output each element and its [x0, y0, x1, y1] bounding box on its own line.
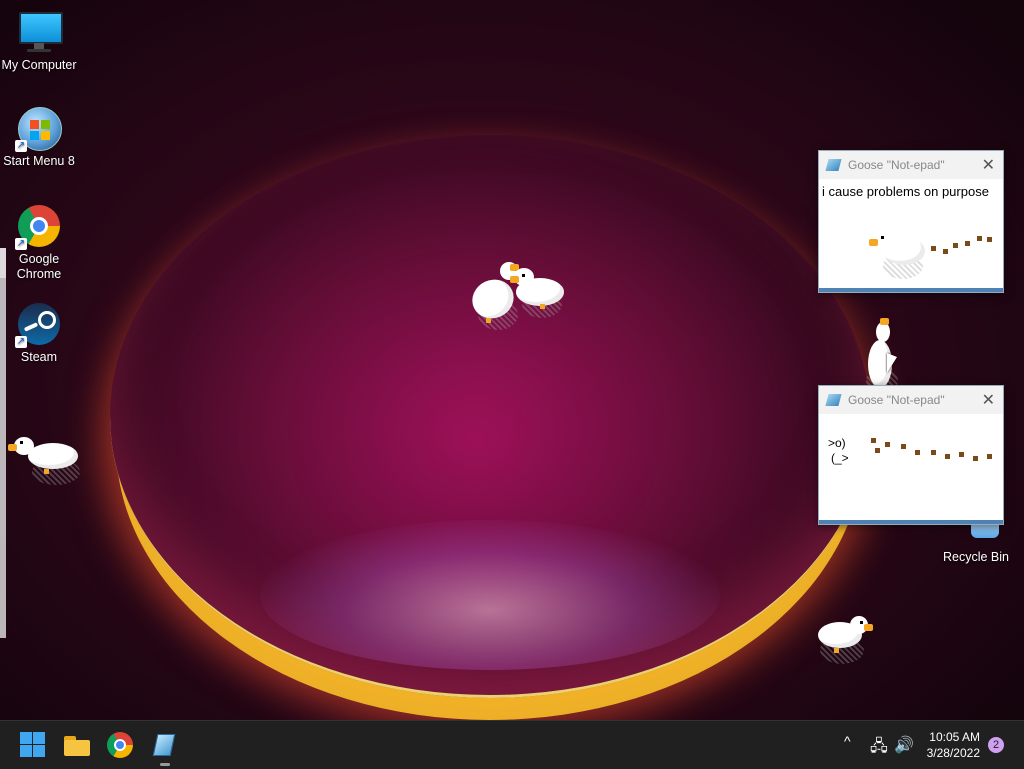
- mud-footprint: [931, 450, 936, 455]
- mud-footprint: [871, 438, 876, 443]
- file-explorer-taskbar-button[interactable]: [63, 731, 91, 759]
- shortcut-arrow-icon: ↗: [15, 238, 27, 250]
- notification-badge[interactable]: 2: [988, 737, 1004, 753]
- tray-overflow-chevron-icon[interactable]: ^: [844, 733, 851, 749]
- window-title: Goose "Not-epad": [848, 158, 945, 172]
- notepad-taskbar-button[interactable]: [151, 731, 179, 759]
- window-titlebar[interactable]: Goose "Not-epad" ✕: [819, 386, 1003, 414]
- desktop-icon-label: Google Chrome: [16, 252, 62, 281]
- mud-footprint: [959, 452, 964, 457]
- desktop-icon-my-computer[interactable]: My Computer: [0, 10, 78, 73]
- close-button[interactable]: ✕: [982, 155, 995, 175]
- mud-footprint: [953, 243, 958, 248]
- ascii-goose-line-1: >o): [828, 436, 846, 450]
- taskbar: ^ 🖧 🔊 10:05 AM 3/28/2022 2: [0, 720, 1024, 769]
- goose-left[interactable]: [8, 435, 80, 490]
- window-bottom-bar: [819, 288, 1003, 292]
- goose-pair[interactable]: [465, 262, 570, 332]
- desktop-icon-label: Steam: [20, 350, 58, 364]
- goose-notepad-window-2[interactable]: Goose "Not-epad" ✕ >o) (_>: [818, 385, 1004, 525]
- notepad-icon: [825, 394, 842, 406]
- mud-footprint: [973, 456, 978, 461]
- mud-footprint: [945, 454, 950, 459]
- mud-footprint: [977, 236, 982, 241]
- close-button[interactable]: ✕: [982, 390, 995, 410]
- chrome-icon: ↗: [15, 204, 61, 250]
- start-button[interactable]: [19, 731, 47, 759]
- mud-footprint: [987, 454, 992, 459]
- mud-footprint: [875, 448, 880, 453]
- mud-footprint: [965, 241, 970, 246]
- mud-footprint: [943, 249, 948, 254]
- active-app-indicator: [160, 763, 170, 766]
- mouse-cursor-icon: [887, 353, 897, 373]
- window-title: Goose "Not-epad": [848, 393, 945, 407]
- mud-footprint: [987, 237, 992, 242]
- clock-time: 10:05 AM: [929, 730, 980, 744]
- shortcut-arrow-icon: ↗: [15, 140, 27, 152]
- desktop-icon-steam[interactable]: ↗ Steam: [0, 302, 78, 365]
- goose-in-window[interactable]: [869, 231, 933, 283]
- network-icon[interactable]: 🖧: [870, 735, 888, 762]
- desktop-icon-start-menu-8[interactable]: ↗ Start Menu 8: [0, 106, 78, 169]
- volume-icon[interactable]: 🔊: [894, 735, 914, 755]
- notepad-text-area[interactable]: >o) (_>: [819, 414, 1003, 524]
- mud-footprint: [901, 444, 906, 449]
- desktop-icon-label: My Computer: [1, 58, 77, 72]
- mud-footprint: [915, 450, 920, 455]
- shortcut-arrow-icon: ↗: [15, 336, 27, 348]
- chrome-taskbar-button[interactable]: [107, 732, 133, 758]
- mud-footprint: [885, 442, 890, 447]
- clock[interactable]: 10:05 AM 3/28/2022: [927, 729, 980, 761]
- goose-notepad-window-1[interactable]: Goose "Not-epad" ✕ i cause problems on p…: [818, 150, 1004, 293]
- steam-icon: ↗: [15, 302, 61, 348]
- desktop-icon-label: Start Menu 8: [3, 154, 75, 168]
- notepad-icon: [825, 159, 842, 171]
- window-bottom-bar: [819, 520, 1003, 524]
- mud-footprint: [931, 246, 936, 251]
- notepad-text-area[interactable]: i cause problems on purpose: [819, 179, 1003, 292]
- ascii-goose-line-2: (_>: [831, 451, 849, 465]
- monitor-icon: [17, 10, 63, 54]
- desktop-icon-google-chrome[interactable]: ↗ Google Chrome: [0, 204, 78, 282]
- desktop-icon-label: Recycle Bin: [943, 550, 1009, 564]
- goose-bottom-right[interactable]: [816, 614, 878, 666]
- notepad-text: i cause problems on purpose: [822, 184, 989, 199]
- clock-date: 3/28/2022: [926, 746, 980, 760]
- windows-orb-icon: ↗: [15, 106, 62, 152]
- desktop-icon-recycle-bin[interactable]: Recycle Bin: [936, 520, 1016, 565]
- wallpaper-haze: [260, 520, 720, 670]
- window-titlebar[interactable]: Goose "Not-epad" ✕: [819, 151, 1003, 179]
